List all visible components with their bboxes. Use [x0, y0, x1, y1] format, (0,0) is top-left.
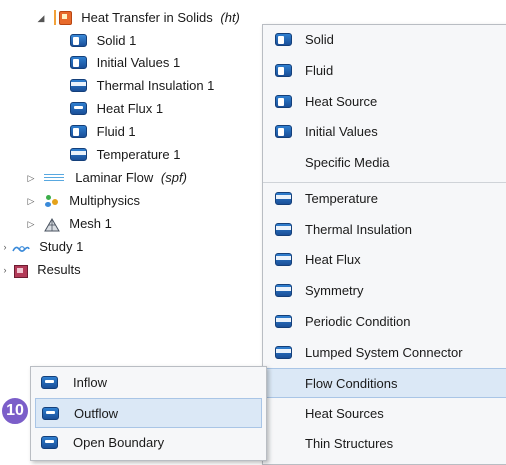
periodic-condition-icon: [275, 315, 292, 328]
flow-conditions-submenu: Inflow Outflow Open Boundary: [30, 366, 267, 461]
mesh-label: Mesh 1: [69, 215, 112, 231]
lumped-system-connector-icon: [275, 346, 292, 359]
multiphysics-icon: [44, 194, 60, 208]
submenu-item-inflow[interactable]: Inflow: [31, 368, 266, 398]
menu-item-temperature[interactable]: Temperature: [263, 184, 506, 214]
menu-item-specific-media[interactable]: Specific Media: [263, 148, 506, 178]
expand-triangle-icon[interactable]: ▷: [26, 167, 36, 189]
menu-item-label: Initial Values: [305, 124, 378, 139]
menu-item-initial-values[interactable]: Initial Values: [263, 117, 506, 147]
heat-flux-icon: [275, 253, 292, 266]
tree-node-fluid[interactable]: Fluid 1: [70, 120, 136, 142]
submenu-item-label: Outflow: [74, 406, 119, 421]
tree-node-label: Thermal Insulation 1: [96, 77, 215, 93]
tree-node-label: Fluid 1: [96, 123, 136, 139]
expand-triangle-icon[interactable]: ›: [2, 259, 8, 281]
tree-node-laminar-flow[interactable]: ▷ Laminar Flow (spf): [26, 166, 187, 188]
menu-item-fluid[interactable]: Fluid: [263, 56, 506, 86]
collapse-triangle-icon[interactable]: ◢: [36, 7, 46, 29]
study-icon: [11, 240, 30, 254]
menu-item-heat-sources[interactable]: Heat Sources: [263, 399, 506, 429]
fluid-icon: [70, 125, 87, 139]
submenu-item-label: Open Boundary: [73, 435, 165, 450]
laminar-flow-tag: (spf): [160, 169, 187, 185]
menu-item-label: Periodic Condition: [305, 314, 411, 329]
heat-source-icon: [275, 95, 292, 108]
step-badge: 10: [0, 396, 30, 426]
thermal-insulation-icon: [70, 79, 87, 93]
results-icon: [12, 263, 28, 278]
tree-node-label: Heat Flux 1: [96, 100, 164, 116]
tree-node-heat-flux[interactable]: Heat Flux 1: [70, 97, 163, 119]
menu-item-thermal-insulation[interactable]: Thermal Insulation: [263, 215, 506, 245]
menu-item-label: Solid: [305, 32, 334, 47]
menu-item-label: Thin Structures: [305, 436, 394, 451]
temperature-icon: [275, 192, 292, 205]
menu-item-label: Flow Conditions: [305, 376, 398, 391]
tree-node-heat-transfer[interactable]: ◢ Heat Transfer in Solids (ht): [36, 6, 240, 28]
tree-node-results[interactable]: › Results: [2, 258, 81, 280]
menu-item-periodic-condition[interactable]: Periodic Condition: [263, 307, 506, 337]
heat-transfer-tag: (ht): [220, 9, 240, 25]
menu-item-label: Thermal Insulation: [305, 222, 412, 237]
tree-node-temperature[interactable]: Temperature 1: [70, 143, 180, 165]
heat-transfer-icon: [53, 10, 72, 26]
menu-item-label: Fluid: [305, 63, 334, 78]
menu-item-symmetry[interactable]: Symmetry: [263, 276, 506, 306]
initial-values-icon: [70, 56, 87, 70]
results-label: Results: [37, 261, 81, 277]
tree-node-multiphysics[interactable]: ▷ Multiphysics: [26, 189, 141, 212]
study-label: Study 1: [39, 238, 84, 254]
tree-node-label: Solid 1: [96, 32, 137, 48]
fluid-icon: [275, 64, 292, 77]
expand-triangle-icon[interactable]: ▷: [26, 190, 36, 212]
submenu-item-outflow[interactable]: Outflow: [35, 398, 262, 428]
menu-item-flow-conditions[interactable]: Flow Conditions: [263, 368, 506, 398]
menu-item-solid[interactable]: Solid: [263, 25, 506, 55]
heat-transfer-label: Heat Transfer in Solids: [81, 9, 213, 25]
laminar-flow-icon: [43, 171, 66, 185]
menu-item-label: Symmetry: [305, 283, 364, 298]
menu-item-label: Lumped System Connector: [305, 345, 463, 360]
expand-triangle-icon[interactable]: ›: [2, 236, 8, 258]
solid-icon: [275, 33, 292, 46]
tree-node-mesh[interactable]: ▷ Mesh 1: [26, 212, 112, 234]
menu-item-lumped-system-connector[interactable]: Lumped System Connector: [263, 338, 506, 368]
menu-item-label: Specific Media: [305, 155, 390, 170]
menu-item-thin-structures[interactable]: Thin Structures: [263, 429, 506, 459]
symmetry-icon: [275, 284, 292, 297]
tree-node-study[interactable]: › Study 1: [2, 235, 84, 258]
submenu-item-label: Inflow: [73, 375, 107, 390]
heat-flux-icon: [70, 102, 87, 116]
menu-item-heat-source[interactable]: Heat Source: [263, 87, 506, 117]
menu-item-label: Heat Flux: [305, 252, 361, 267]
temperature-icon: [70, 148, 87, 162]
multiphysics-label: Multiphysics: [69, 192, 141, 208]
solid-icon: [70, 34, 87, 48]
expand-triangle-icon[interactable]: ▷: [26, 213, 36, 235]
context-menu: Solid Fluid Heat Source Initial Values S…: [262, 24, 506, 465]
inflow-icon: [41, 376, 58, 389]
submenu-item-open-boundary[interactable]: Open Boundary: [31, 428, 266, 458]
initial-values-icon: [275, 125, 292, 138]
tree-node-solid[interactable]: Solid 1: [70, 29, 136, 51]
open-boundary-icon: [41, 436, 58, 449]
tree-node-label: Initial Values 1: [96, 54, 181, 70]
menu-item-label: Heat Sources: [305, 406, 384, 421]
menu-item-label: Temperature: [305, 191, 378, 206]
tree-node-label: Temperature 1: [96, 146, 181, 162]
menu-item-label: Heat Source: [305, 94, 378, 109]
laminar-flow-label: Laminar Flow: [75, 169, 154, 185]
outflow-icon: [42, 407, 59, 420]
thermal-insulation-icon: [275, 223, 292, 236]
mesh-icon: [43, 217, 60, 232]
tree-node-initial-values[interactable]: Initial Values 1: [70, 51, 180, 73]
menu-separator: [263, 182, 506, 183]
menu-item-heat-flux[interactable]: Heat Flux: [263, 245, 506, 275]
tree-node-thermal-insulation[interactable]: Thermal Insulation 1: [70, 74, 214, 96]
